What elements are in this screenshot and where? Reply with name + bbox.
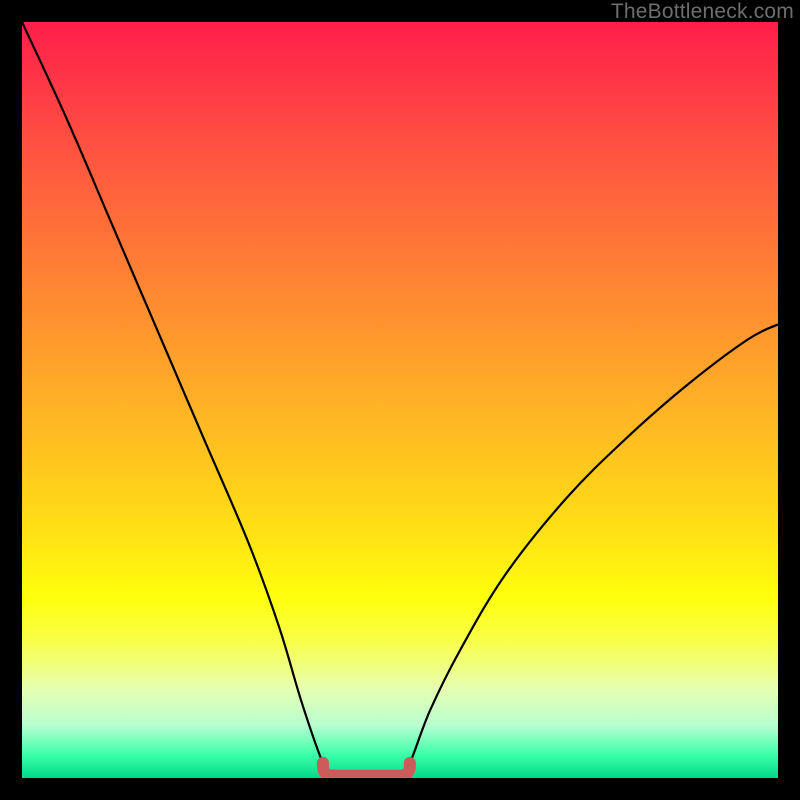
min-bracket xyxy=(323,763,410,776)
watermark-text: TheBottleneck.com xyxy=(611,0,794,24)
curve-plot xyxy=(22,22,778,778)
curve-right xyxy=(400,324,778,772)
curve-left xyxy=(22,22,332,772)
